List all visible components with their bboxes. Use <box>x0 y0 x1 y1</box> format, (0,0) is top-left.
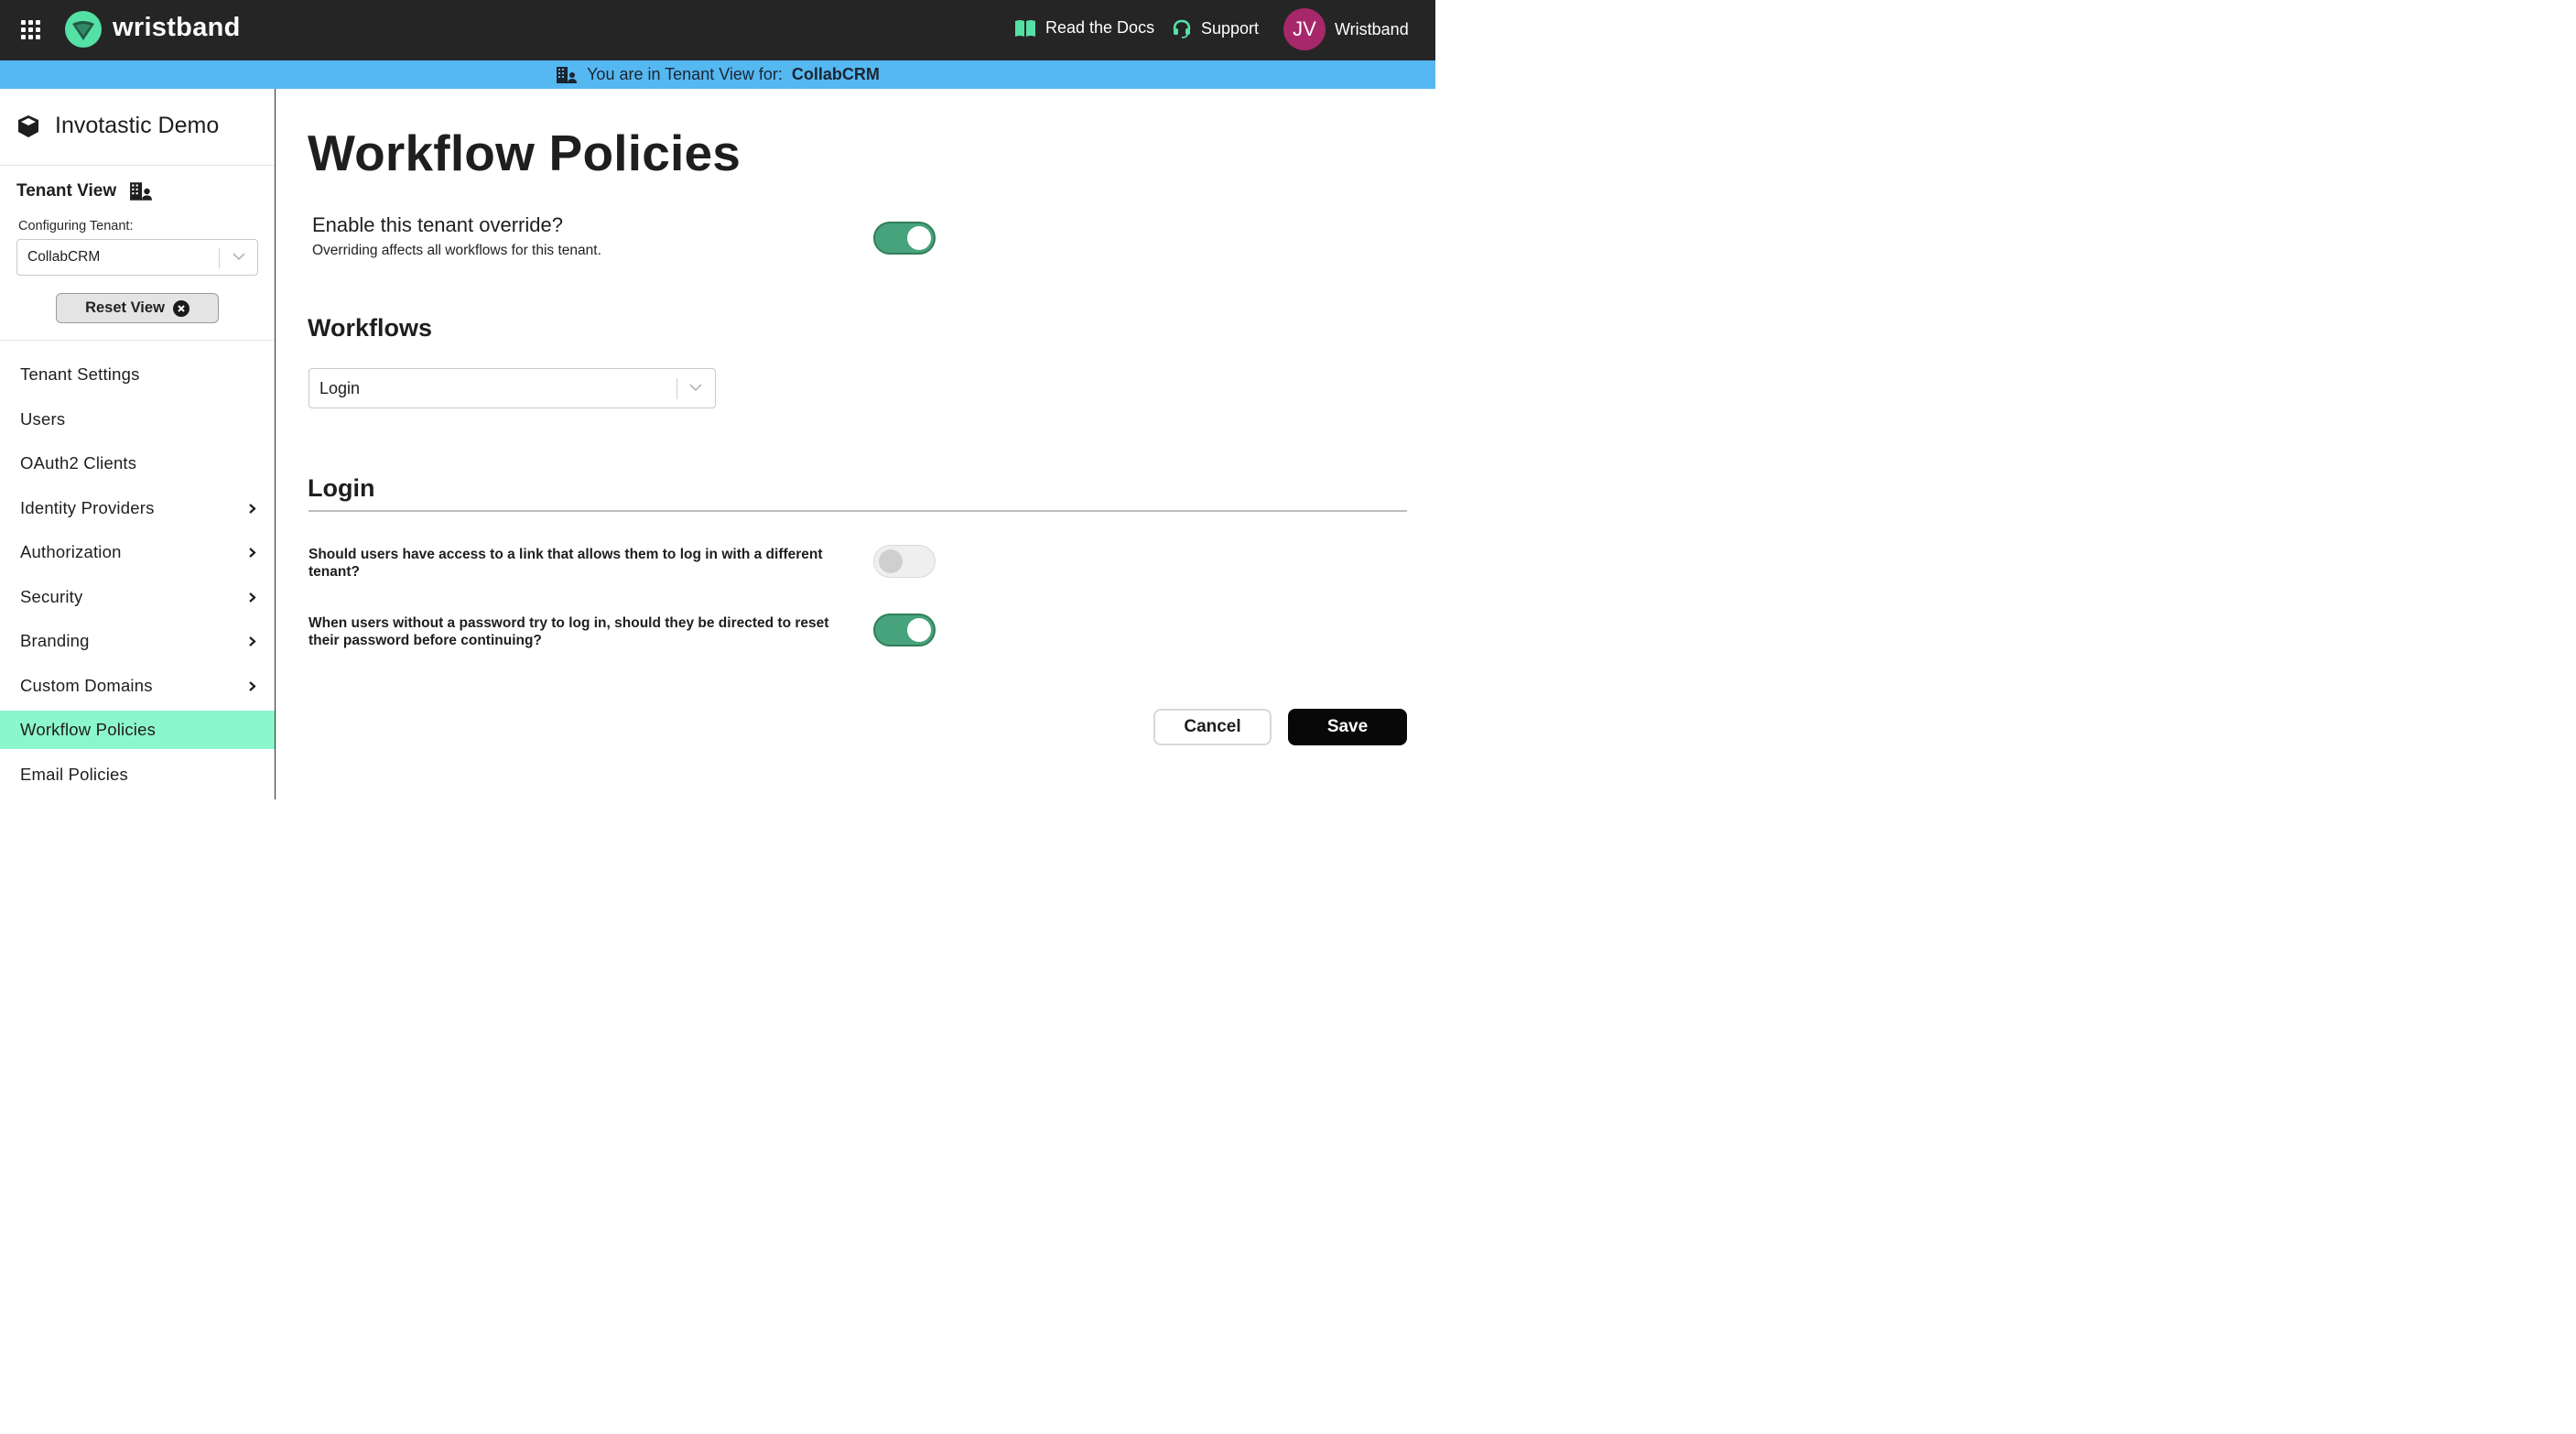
reset-view-label: Reset View <box>85 299 165 316</box>
override-toggle[interactable] <box>873 222 936 255</box>
sidebar-item-email-policies[interactable]: Email Policies <box>0 755 275 794</box>
sidebar-item-label: Identity Providers <box>20 497 155 517</box>
sidebar-item-label: Users <box>20 408 66 429</box>
reset-password-toggle[interactable] <box>873 614 936 646</box>
cancel-button[interactable]: Cancel <box>1153 709 1272 745</box>
sidebar-item-security[interactable]: Security <box>0 578 275 616</box>
chevron-down-icon <box>689 384 702 392</box>
sidebar-item-tenant-settings[interactable]: Tenant Settings <box>0 355 275 394</box>
avatar: JV <box>1283 8 1326 50</box>
book-icon <box>1015 19 1035 37</box>
brand-name[interactable]: wristband <box>113 13 241 43</box>
question-reset-password: When users without a password try to log… <box>308 615 829 648</box>
headset-icon <box>1173 19 1191 38</box>
configuring-tenant-label: Configuring Tenant: <box>18 219 134 234</box>
support-label: Support <box>1201 18 1260 38</box>
sidebar-item-label: Workflow Policies <box>20 720 157 739</box>
sidebar-item-label: Tenant Settings <box>20 364 140 384</box>
workflow-select-value: Login <box>319 378 361 397</box>
sidebar: Invotastic Demo Tenant View Configuring … <box>0 89 276 799</box>
chevron-right-icon <box>249 636 256 646</box>
user-menu[interactable]: JV Wristband <box>1283 8 1409 50</box>
select-separator <box>219 248 220 268</box>
banner-tenant-name: CollabCRM <box>791 65 880 83</box>
sidebar-item-label: Email Policies <box>20 764 128 784</box>
building-user-icon <box>130 182 153 201</box>
chevron-right-icon <box>249 592 256 603</box>
main-content: Workflow Policies Enable this tenant ove… <box>276 89 1435 799</box>
sidebar-item-label: Authorization <box>20 542 122 561</box>
sidebar-item-label: Custom Domains <box>20 675 153 695</box>
sidebar-divider <box>0 340 275 341</box>
close-circle-icon <box>172 299 189 317</box>
tenant-view-banner: You are in Tenant View for: CollabCRM <box>0 60 1435 89</box>
login-heading: Login <box>308 474 375 502</box>
question-different-tenant-link: Should users have access to a link that … <box>308 547 823 580</box>
toggle-knob <box>907 618 931 642</box>
toggle-knob <box>907 226 931 250</box>
tenant-select[interactable]: CollabCRM <box>16 239 258 276</box>
save-button[interactable]: Save <box>1288 709 1407 745</box>
select-separator <box>676 378 677 399</box>
chevron-right-icon <box>249 548 256 558</box>
sidebar-item-label: Security <box>20 586 83 606</box>
application-name: Invotastic Demo <box>55 113 220 138</box>
tenant-view-title: Tenant View <box>16 181 117 201</box>
sidebar-item-oauth2-clients[interactable]: OAuth2 Clients <box>0 444 275 483</box>
sidebar-item-identity-providers[interactable]: Identity Providers <box>0 489 275 527</box>
workflow-select[interactable]: Login <box>308 368 716 408</box>
override-help-text: Overriding affects all workflows for thi… <box>312 243 601 258</box>
page-title: Workflow Policies <box>308 125 741 181</box>
banner-prefix: You are in Tenant View for: <box>587 65 783 83</box>
read-the-docs-label: Read the Docs <box>1045 18 1155 37</box>
application-header[interactable]: Invotastic Demo <box>16 113 219 139</box>
top-bar: wristband Read the Docs Support JV Wrist… <box>0 0 1435 60</box>
toggle-knob <box>879 549 903 573</box>
tenant-select-value: CollabCRM <box>27 249 101 265</box>
sidebar-item-workflow-policies[interactable]: Workflow Policies <box>0 711 275 749</box>
tenant-view-heading: Tenant View <box>16 181 153 201</box>
sidebar-item-label: Branding <box>20 631 90 650</box>
building-user-icon <box>557 66 578 83</box>
chevron-right-icon <box>249 503 256 514</box>
chevron-down-icon <box>233 253 245 261</box>
sidebar-item-label: OAuth2 Clients <box>20 453 137 473</box>
section-divider <box>308 510 1407 512</box>
sidebar-item-branding[interactable]: Branding <box>0 622 275 660</box>
sidebar-item-custom-domains[interactable]: Custom Domains <box>0 667 275 705</box>
cube-icon <box>18 114 38 137</box>
reset-view-button[interactable]: Reset View <box>56 293 219 323</box>
sidebar-divider <box>0 165 275 166</box>
user-name: Wristband <box>1335 19 1409 38</box>
support-link[interactable]: Support <box>1172 18 1259 38</box>
workflows-heading: Workflows <box>308 314 433 342</box>
chevron-right-icon <box>249 680 256 691</box>
different-tenant-link-toggle[interactable] <box>873 545 936 578</box>
override-question: Enable this tenant override? <box>312 213 563 236</box>
sidebar-item-users[interactable]: Users <box>0 400 275 439</box>
read-the-docs-link[interactable]: Read the Docs <box>1014 18 1154 38</box>
sidebar-item-authorization[interactable]: Authorization <box>0 533 275 571</box>
apps-grid-icon[interactable] <box>21 20 41 40</box>
wristband-logo-icon[interactable] <box>64 10 103 49</box>
